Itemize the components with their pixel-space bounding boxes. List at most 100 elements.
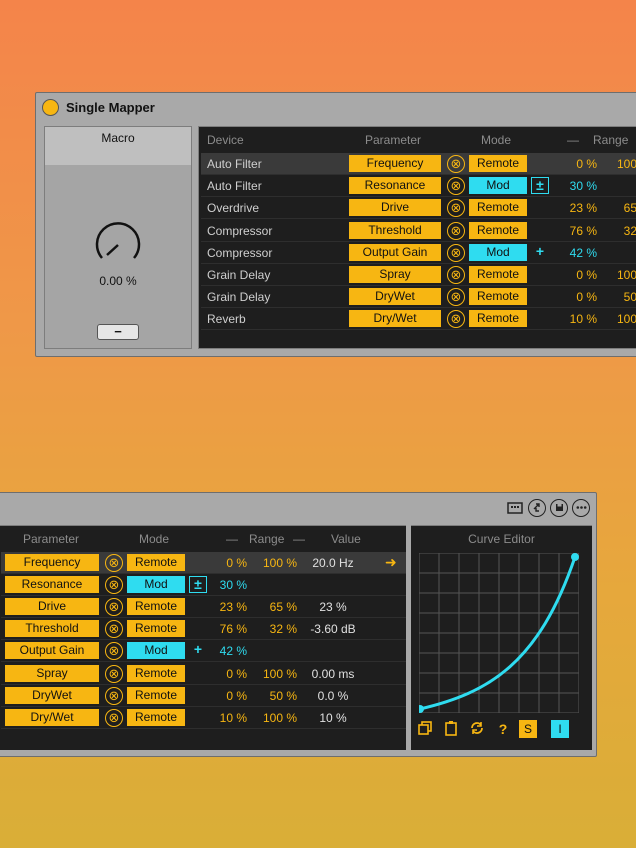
range-min[interactable]: 23 % — [205, 600, 247, 614]
help-icon[interactable]: ? — [494, 720, 512, 738]
remove-mapping-icon[interactable]: ⊗ — [447, 177, 465, 196]
range-max[interactable]: 100 — [605, 268, 636, 282]
mode-toggle[interactable]: Remote — [469, 310, 527, 328]
remove-mapping-icon[interactable]: ⊗ — [447, 221, 465, 240]
reset-curve-icon[interactable] — [468, 720, 486, 738]
mode-toggle[interactable]: Remote — [469, 199, 527, 217]
mode-toggle[interactable]: Remote — [469, 221, 527, 239]
mode-toggle[interactable]: Remote — [469, 266, 527, 283]
mode-toggle[interactable]: Remote — [127, 598, 185, 616]
parameter-field[interactable]: Threshold — [349, 221, 441, 239]
parameter-field[interactable]: DryWet — [5, 686, 99, 704]
range-min[interactable]: 0 % — [557, 157, 597, 171]
range-min[interactable]: 0 % — [557, 290, 597, 304]
parameter-field[interactable]: Output Gain — [349, 243, 441, 261]
table-row[interactable]: Auto Filter Resonance ⊗ Mod ±30 % — [201, 175, 636, 198]
range-min[interactable]: 23 % — [557, 201, 597, 215]
parameter-field[interactable]: Resonance — [5, 576, 99, 594]
curve-s-button[interactable]: S — [519, 720, 537, 738]
range-max[interactable]: 32 — [605, 224, 636, 238]
range-max[interactable]: 50 — [605, 290, 636, 304]
remove-mapping-icon[interactable]: ⊗ — [105, 664, 123, 683]
range-min[interactable]: 42 % — [205, 644, 247, 658]
mode-toggle[interactable]: Remote — [469, 155, 527, 172]
table-row[interactable]: Compressor Threshold ⊗ Remote 76 % 32 — [201, 220, 636, 242]
range-max[interactable]: 100 % — [257, 667, 297, 681]
table-row[interactable]: Threshold ⊗ Remote 76 % 32 % -3.60 dB — [1, 618, 406, 641]
mode-toggle[interactable]: Remote — [127, 620, 185, 638]
curve-i-button[interactable]: I — [551, 720, 569, 738]
range-max[interactable]: 65 % — [257, 600, 297, 614]
parameter-field[interactable]: Spray — [349, 266, 441, 283]
table-row[interactable]: Resonance ⊗ Mod ±30 % — [1, 574, 406, 597]
table-row[interactable]: Output Gain ⊗ Mod +42 % — [1, 640, 406, 663]
remove-mapping-icon[interactable]: ⊗ — [447, 310, 465, 329]
table-row[interactable]: Dry/Wet ⊗ Remote 10 % 100 % 10 % — [1, 707, 406, 729]
range-min[interactable]: 0 % — [205, 667, 247, 681]
range-min[interactable]: 76 % — [205, 622, 247, 636]
copy-icon[interactable] — [416, 720, 434, 738]
table-row[interactable]: Spray ⊗ Remote 0 % 100 % 0.00 ms — [1, 663, 406, 685]
range-max[interactable]: 50 % — [257, 689, 297, 703]
remove-mapping-icon[interactable]: ⊗ — [105, 554, 123, 572]
range-min[interactable]: 0 % — [205, 556, 247, 570]
range-max[interactable]: 100 % — [257, 556, 297, 570]
range-min[interactable]: 10 % — [557, 312, 597, 326]
mode-toggle[interactable]: Remote — [127, 664, 185, 682]
remove-mapping-icon[interactable]: ⊗ — [447, 199, 465, 218]
remove-mapping-icon[interactable]: ⊗ — [447, 288, 465, 307]
table-row[interactable]: Auto Filter Frequency ⊗ Remote 0 % 100 — [201, 153, 636, 175]
range-min[interactable]: 0 % — [205, 689, 247, 703]
table-row[interactable]: Reverb Dry/Wet ⊗ Remote 10 % 100 — [201, 308, 636, 331]
table-row[interactable]: Grain Delay DryWet ⊗ Remote 0 % 50 — [201, 286, 636, 309]
parameter-field[interactable]: Resonance — [349, 177, 441, 195]
range-max[interactable]: 100 — [605, 157, 636, 171]
mode-toggle[interactable]: Mod — [469, 177, 527, 195]
parameter-field[interactable]: Frequency — [349, 155, 441, 172]
range-max[interactable]: 65 — [605, 201, 636, 215]
macro-knob[interactable] — [93, 220, 143, 270]
table-row[interactable]: DryWet ⊗ Remote 0 % 50 % 0.0 % — [1, 685, 406, 707]
paste-icon[interactable] — [442, 720, 460, 738]
range-max[interactable]: 32 % — [257, 622, 297, 636]
save-icon[interactable] — [550, 499, 568, 517]
mod-polarity-button[interactable]: ± — [531, 177, 549, 195]
mode-toggle[interactable]: Remote — [127, 686, 185, 704]
range-min[interactable]: 76 % — [557, 224, 597, 238]
parameter-field[interactable]: Dry/Wet — [349, 310, 441, 328]
table-row[interactable]: Grain Delay Spray ⊗ Remote 0 % 100 — [201, 264, 636, 286]
parameter-field[interactable]: DryWet — [349, 288, 441, 306]
range-min[interactable]: 30 % — [557, 179, 597, 193]
range-max[interactable]: 100 % — [257, 711, 297, 725]
mode-toggle[interactable]: Remote — [127, 554, 185, 571]
remove-mapping-icon[interactable]: ⊗ — [447, 243, 465, 262]
macro-minus-button[interactable]: − — [97, 324, 139, 340]
range-max[interactable]: 100 — [605, 312, 636, 326]
parameter-field[interactable]: Dry/Wet — [5, 708, 99, 726]
remove-mapping-icon[interactable]: ⊗ — [447, 266, 465, 284]
mode-toggle[interactable]: Mod — [469, 243, 527, 261]
device-power-button[interactable] — [42, 99, 59, 116]
mod-polarity-button[interactable]: + — [531, 243, 549, 261]
remove-mapping-icon[interactable]: ⊗ — [105, 686, 123, 705]
remove-mapping-icon[interactable]: ⊗ — [447, 155, 465, 173]
remove-mapping-icon[interactable]: ⊗ — [105, 642, 123, 661]
range-min[interactable]: 30 % — [205, 578, 247, 592]
table-row[interactable]: Drive ⊗ Remote 23 % 65 % 23 % — [1, 596, 406, 619]
range-min[interactable]: 42 % — [557, 246, 597, 260]
table-row[interactable]: Frequency ⊗ Remote 0 % 100 % 20.0 Hz ➜ — [1, 552, 406, 574]
table-row[interactable]: Overdrive Drive ⊗ Remote 23 % 65 — [201, 197, 636, 220]
table-row[interactable]: Compressor Output Gain ⊗ Mod +42 % — [201, 242, 636, 264]
parameter-field[interactable]: Spray — [5, 664, 99, 682]
parameter-field[interactable]: Drive — [5, 598, 99, 616]
mode-toggle[interactable]: Mod — [127, 576, 185, 594]
range-min[interactable]: 0 % — [557, 268, 597, 282]
range-min[interactable]: 10 % — [205, 711, 247, 725]
midi-icon[interactable] — [506, 499, 524, 517]
parameter-field[interactable]: Drive — [349, 199, 441, 217]
mode-toggle[interactable]: Mod — [127, 642, 185, 660]
parameter-field[interactable]: Threshold — [5, 620, 99, 638]
parameter-field[interactable]: Output Gain — [5, 642, 99, 660]
link-icon[interactable] — [528, 499, 546, 517]
remove-mapping-icon[interactable]: ⊗ — [105, 598, 123, 617]
